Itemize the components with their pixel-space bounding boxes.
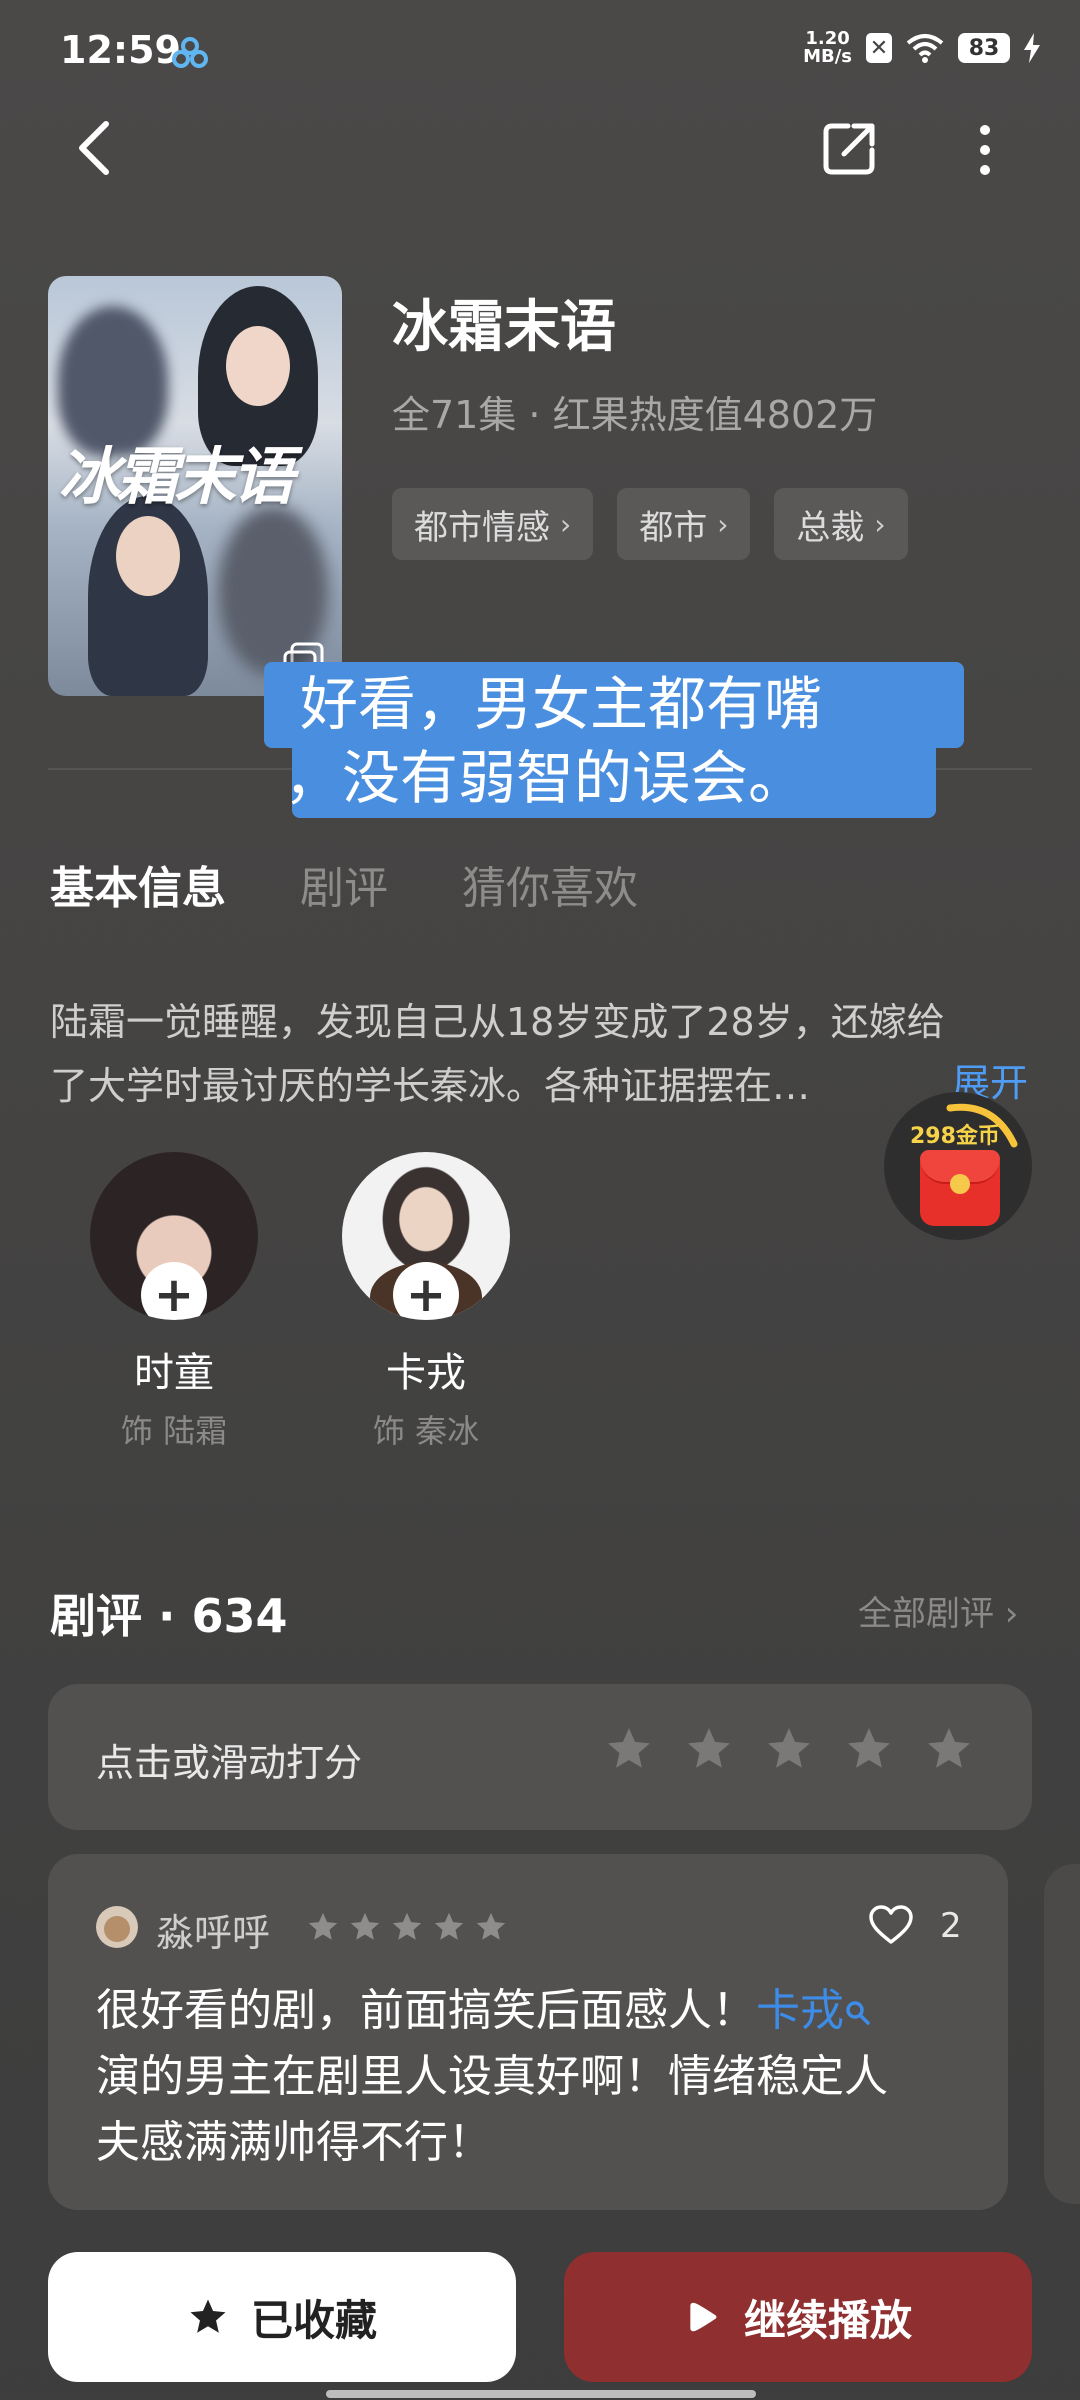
- review-text-segment: 夫感满满帅得不行！: [96, 2117, 492, 2168]
- avatar[interactable]: +: [90, 1152, 258, 1320]
- review-text: 很好看的剧，前面搞笑后面感人！卡戎 演的男主在剧里人设真好啊！情绪稳定人 夫感满…: [96, 1978, 996, 2176]
- drama-poster[interactable]: 冰霜末语: [48, 276, 342, 696]
- search-icon: [846, 2001, 870, 2025]
- cast-role: 饰 秦冰: [372, 1412, 480, 1450]
- genre-tag[interactable]: 都市情感 ›: [392, 488, 594, 560]
- collect-label: 已收藏: [250, 2295, 377, 2345]
- caption-line-2: ，没有弱智的误会。: [284, 744, 807, 812]
- star-icon: [434, 1912, 464, 1940]
- coin-reward-widget[interactable]: 298金币: [884, 1092, 1032, 1240]
- synopsis-line: 了大学时最讨厌的学长秦冰。各种证据摆在…: [50, 1064, 811, 1108]
- battery-indicator: 83: [958, 33, 1010, 63]
- share-button[interactable]: [822, 120, 878, 176]
- genre-tags: 都市情感 › 都市 › 总裁 ›: [392, 488, 908, 560]
- play-label: 继续播放: [743, 2295, 912, 2345]
- home-indicator[interactable]: [326, 2390, 756, 2398]
- star-icon: [190, 2299, 226, 2333]
- no-sim-icon: ✕: [866, 33, 892, 63]
- star-icon: [350, 1912, 380, 1940]
- network-speed: 1.20 MB/s: [803, 28, 852, 67]
- star-icon: [392, 1912, 422, 1940]
- star-icon[interactable]: [764, 1724, 814, 1774]
- star-icon: [476, 1912, 506, 1940]
- follow-plus-icon[interactable]: +: [141, 1262, 207, 1320]
- cast-name: 卡戎: [386, 1350, 466, 1396]
- review-text-segment: 演的男主在剧里人设真好啊！情绪稳定人: [96, 2051, 888, 2102]
- review-text-segment: 很好看的剧，前面搞笑后面感人！: [96, 1985, 756, 2036]
- rating-prompt: 点击或滑动打分: [96, 1741, 363, 1785]
- synopsis: 陆霜一觉睡醒，发现自己从18岁变成了28岁，还嫁给 了大学时最讨厌的学长秦冰。各…: [50, 990, 1040, 1118]
- star-icon: [308, 1912, 338, 1940]
- genre-tag[interactable]: 总裁 ›: [774, 488, 908, 560]
- charging-icon: [1024, 33, 1040, 63]
- detail-tabs: 基本信息 剧评 猜你喜欢: [50, 852, 638, 916]
- continue-play-button[interactable]: 继续播放: [564, 2252, 1032, 2382]
- heart-icon[interactable]: [868, 1904, 914, 1946]
- caption-overlay: 好看，男女主都有嘴 ，没有弱智的误会。: [264, 662, 964, 818]
- app-notification-icon: [172, 37, 208, 68]
- caption-line-1: 好看，男女主都有嘴: [300, 670, 823, 738]
- tab-reviews[interactable]: 剧评: [300, 852, 388, 916]
- review-card[interactable]: 淼呼呼 2 很好看的剧，前面搞笑后面感人！卡戎 演的男主在剧里人设真好啊！情绪稳…: [48, 1854, 1008, 2210]
- cast-role: 饰 陆霜: [120, 1412, 228, 1450]
- collect-button[interactable]: 已收藏: [48, 2252, 516, 2382]
- actor-link[interactable]: 卡戎: [756, 1985, 872, 2036]
- red-envelope-icon: [920, 1150, 1000, 1226]
- play-icon: [690, 2302, 717, 2332]
- cast-name: 时童: [134, 1350, 214, 1396]
- review-username[interactable]: 淼呼呼: [156, 1902, 270, 1957]
- star-icon[interactable]: [844, 1724, 894, 1774]
- coin-label: 298金币: [910, 1124, 1000, 1149]
- tab-recommendations[interactable]: 猜你喜欢: [462, 852, 638, 916]
- reviews-header: 剧评 · 634: [50, 1589, 288, 1643]
- status-time: 12:59: [60, 28, 181, 72]
- all-reviews-link[interactable]: 全部剧评 ›: [858, 1586, 1018, 1635]
- cast-member[interactable]: + 时童 饰 陆霜: [89, 1152, 259, 1452]
- star-icon[interactable]: [924, 1724, 974, 1774]
- rating-stars[interactable]: [604, 1724, 974, 1774]
- cast-member[interactable]: + 卡戎 饰 秦冰: [341, 1152, 511, 1452]
- rating-card[interactable]: 点击或滑动打分: [48, 1684, 1032, 1830]
- synopsis-line: 陆霜一觉睡醒，发现自己从18岁变成了28岁，还嫁给: [50, 1000, 945, 1044]
- back-button[interactable]: [70, 118, 120, 178]
- genre-tag[interactable]: 都市 ›: [617, 488, 751, 560]
- poster-title: 冰霜末语: [58, 440, 294, 513]
- status-icons: 1.20 MB/s ✕ 83: [803, 30, 1040, 66]
- wifi-icon: [906, 34, 944, 63]
- star-icon[interactable]: [684, 1724, 734, 1774]
- follow-plus-icon[interactable]: +: [393, 1262, 459, 1320]
- avatar[interactable]: [96, 1906, 138, 1948]
- review-stars: [306, 1910, 508, 1944]
- star-icon[interactable]: [604, 1724, 654, 1774]
- drama-title: 冰霜末语: [392, 295, 616, 360]
- avatar[interactable]: +: [342, 1152, 510, 1320]
- drama-meta: 全71集 · 红果热度值4802万: [392, 393, 878, 437]
- tab-basic-info[interactable]: 基本信息: [50, 852, 226, 916]
- like-count: 2: [940, 1906, 962, 1946]
- more-options-button[interactable]: [960, 120, 1010, 180]
- next-review-card[interactable]: [1044, 1864, 1080, 2204]
